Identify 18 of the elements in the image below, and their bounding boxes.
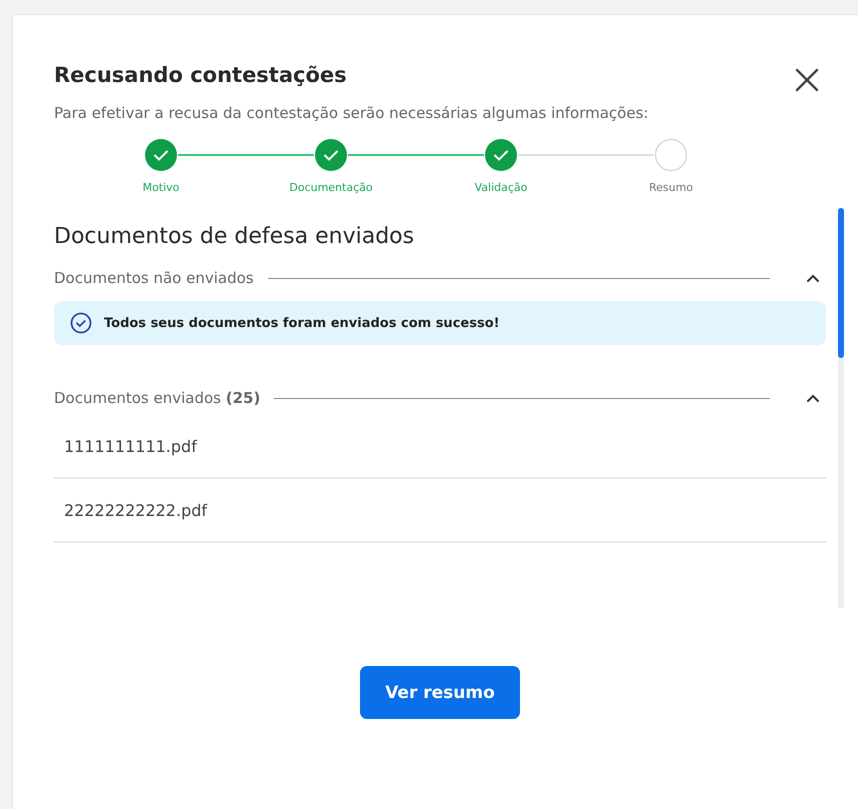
- view-summary-button[interactable]: Ver resumo: [360, 666, 520, 719]
- close-icon[interactable]: [794, 67, 820, 93]
- step-label: Validação: [474, 181, 528, 194]
- chevron-icon[interactable]: [806, 274, 820, 282]
- accordion-title: Documentos não enviados: [54, 269, 254, 287]
- section-heading: Documentos de defesa enviados: [54, 224, 416, 249]
- step-label: Resumo: [648, 181, 694, 194]
- accordion-title: Documentos enviados (25): [54, 389, 260, 407]
- scrollbar-thumb[interactable]: [838, 208, 844, 358]
- file-row[interactable]: 1111111111.pdf: [54, 415, 826, 479]
- dialog-subtitle: Para efetivar a recusa da contestação serão necessárias algumas informações:: [54, 103, 650, 124]
- file-row[interactable]: 22222222222.pdf: [54, 479, 826, 543]
- step-label: Documentação: [289, 181, 373, 194]
- alert-message: Todos seus documentos foram enviados com sucesso!: [104, 316, 500, 330]
- check-circle-icon: [70, 312, 92, 334]
- step-label: Motivo: [142, 181, 180, 194]
- dialog-title: Recusando contestações: [54, 63, 348, 87]
- chevron-icon[interactable]: [806, 394, 820, 402]
